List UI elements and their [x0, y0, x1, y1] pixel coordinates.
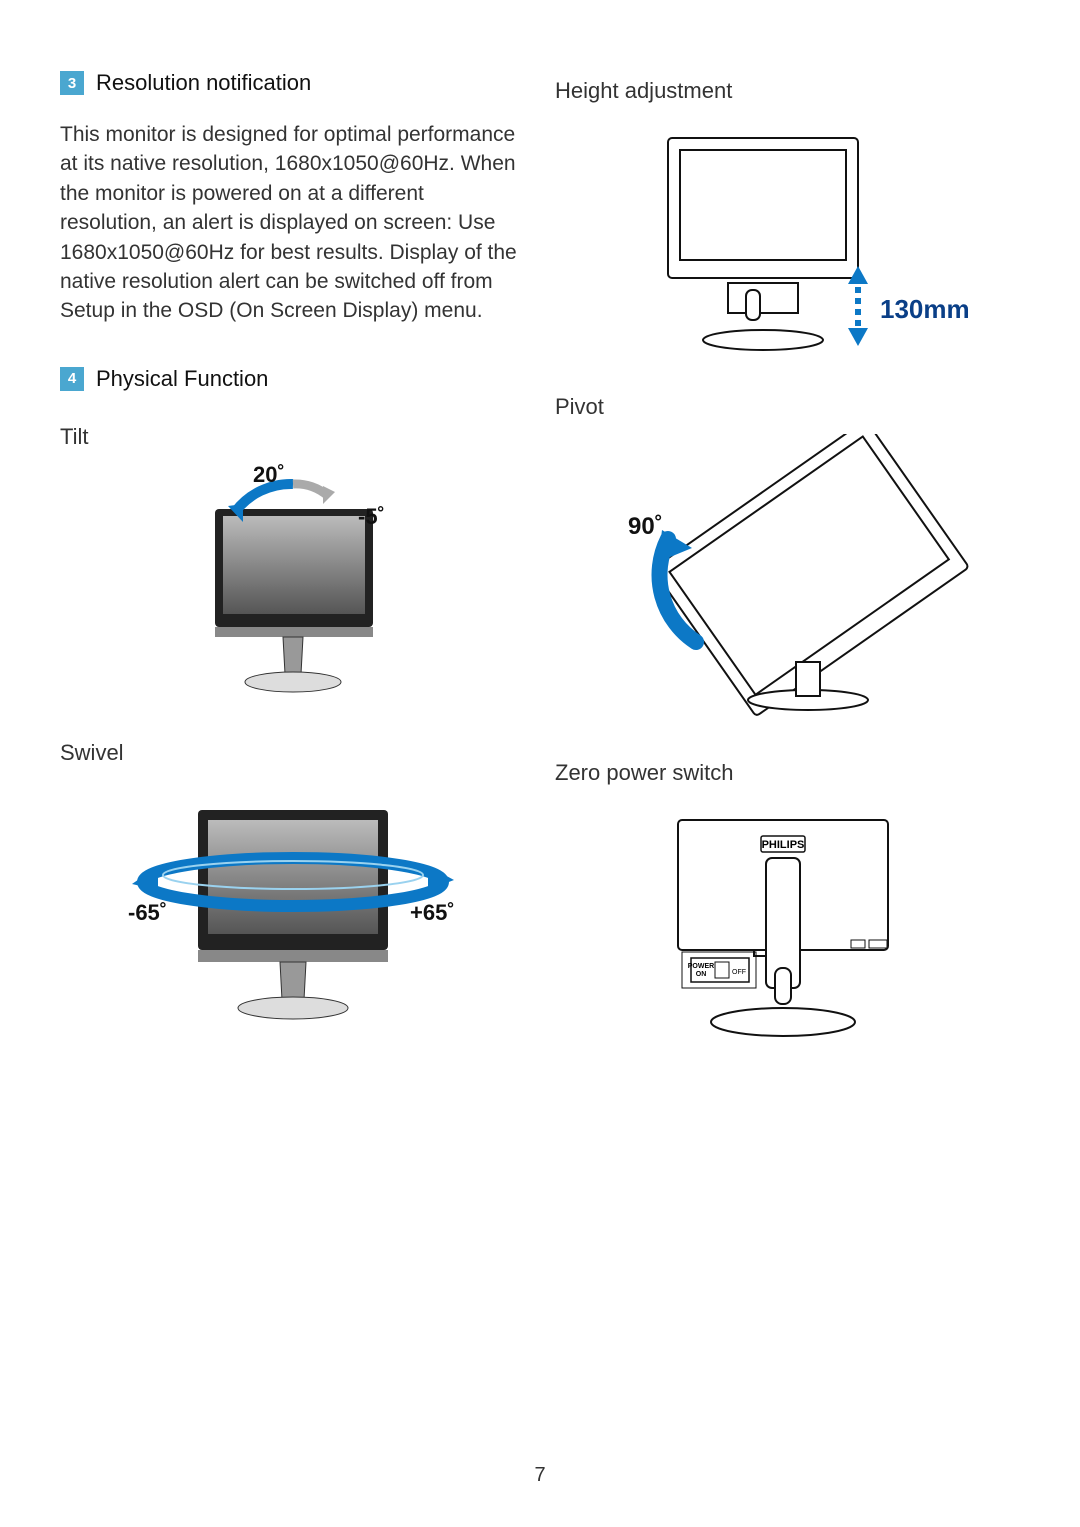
swivel-neg-text: -65˚	[128, 900, 167, 925]
tilt-back-text: -5˚	[358, 504, 385, 529]
left-column: 3 Resolution notification This monitor i…	[60, 70, 525, 1527]
tilt-diagram-icon: 20˚ -5˚	[143, 464, 443, 714]
manual-page: 3 Resolution notification This monitor i…	[0, 0, 1080, 1527]
swivel-pos-text: +65˚	[410, 900, 455, 925]
section-3-title: Resolution notification	[96, 70, 311, 96]
zero-figure: PHILIPS POWER ON OFF	[555, 800, 1020, 1050]
pivot-deg-text: 90˚	[628, 513, 663, 540]
pivot-diagram-icon: 90˚	[588, 434, 988, 734]
power-text: POWER	[687, 963, 713, 970]
tilt-label: Tilt	[60, 424, 525, 450]
swivel-label: Swivel	[60, 740, 525, 766]
zero-label: Zero power switch	[555, 760, 1020, 786]
pivot-figure: 90˚	[555, 434, 1020, 734]
tilt-figure: 20˚ -5˚	[60, 464, 525, 714]
height-figure: 130mm	[555, 118, 1020, 368]
off-text: OFF	[732, 969, 746, 976]
swivel-figure: -65˚ +65˚	[60, 780, 525, 1040]
height-label: Height adjustment	[555, 78, 1020, 104]
zero-diagram-icon: PHILIPS POWER ON OFF	[623, 800, 953, 1050]
section-3-body: This monitor is designed for optimal per…	[60, 120, 525, 326]
on-text: ON	[695, 971, 706, 978]
height-diagram-icon: 130mm	[598, 118, 978, 368]
height-value-text: 130mm	[880, 294, 970, 324]
section-4-heading: 4 Physical Function	[60, 366, 525, 392]
badge-4-icon: 4	[60, 367, 84, 391]
section-3-heading: 3 Resolution notification	[60, 70, 525, 96]
tilt-fwd-text: 20˚	[253, 464, 285, 487]
brand-text: PHILIPS	[761, 839, 804, 851]
swivel-diagram-icon: -65˚ +65˚	[108, 780, 478, 1040]
right-column: Height adjustment 130mm Pivot	[555, 70, 1020, 1527]
badge-3-icon: 3	[60, 71, 84, 95]
page-number: 7	[534, 1464, 545, 1487]
section-4-title: Physical Function	[96, 366, 268, 392]
pivot-label: Pivot	[555, 394, 1020, 420]
